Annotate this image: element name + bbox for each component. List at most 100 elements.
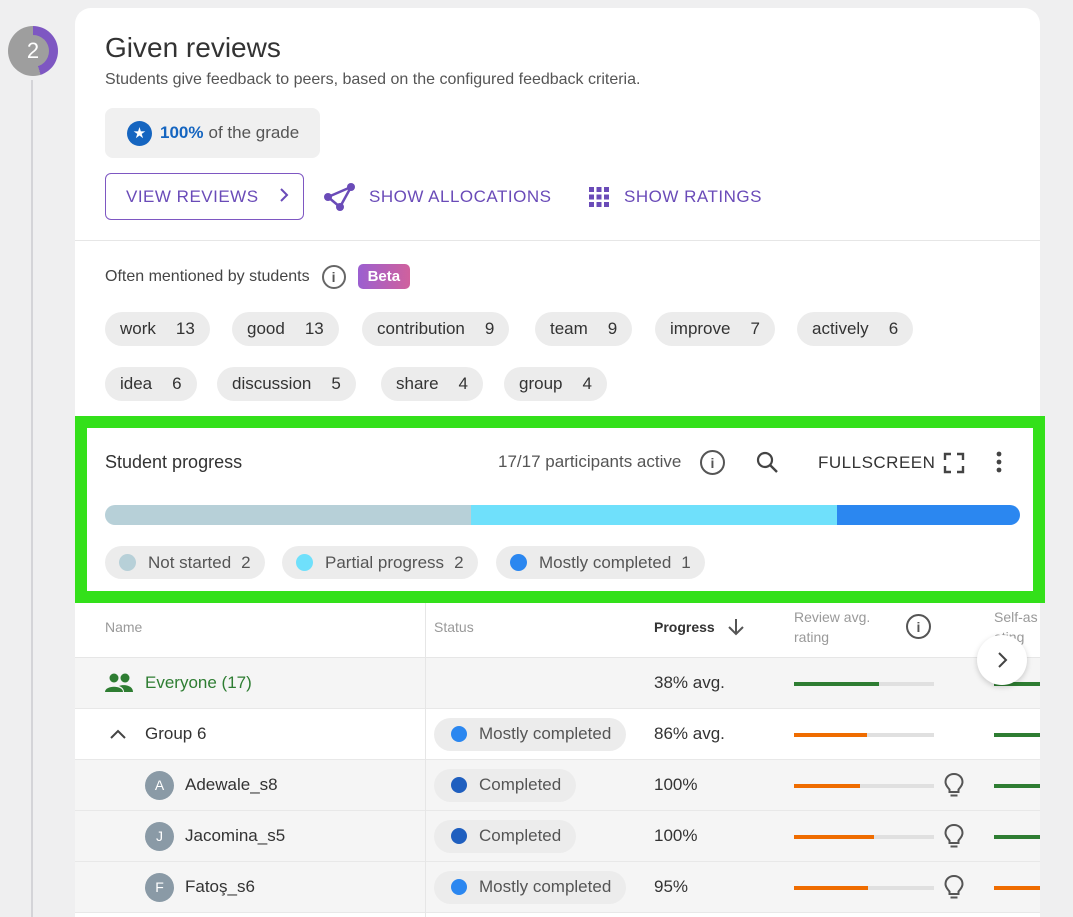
progress-cell: 95% <box>654 877 689 896</box>
keyword-count: 9 <box>607 319 618 338</box>
keyword-count: 13 <box>304 319 324 338</box>
keyword-chip[interactable]: share 4 <box>381 367 483 401</box>
progress-cell: 100% <box>654 775 698 794</box>
status-label: Mostly completed <box>479 877 612 896</box>
lightbulb-icon[interactable] <box>943 772 965 803</box>
column-review-avg[interactable]: Review avg. rating <box>794 607 870 647</box>
status-label: Completed <box>479 775 562 794</box>
info-icon[interactable]: i <box>321 264 346 289</box>
keyword-word: actively <box>812 319 869 338</box>
grade-weight-chip: ★ 100% of the grade <box>105 108 320 158</box>
column-review-avg-line1: Review avg. <box>794 609 871 625</box>
legend-label: Not started <box>148 552 232 572</box>
column-divider <box>425 603 426 917</box>
column-name[interactable]: Name <box>105 617 142 637</box>
keyword-chip[interactable]: discussion 5 <box>217 367 356 401</box>
keyword-word: improve <box>670 319 731 338</box>
mostly-completed-dot <box>510 554 527 571</box>
review-rating-bar <box>794 682 934 686</box>
table-header: Name Status Progress Review avg. rating … <box>75 603 1040 658</box>
view-reviews-label: VIEW REVIEWS <box>126 186 259 206</box>
fullscreen-button[interactable]: FULLSCREEN <box>818 453 935 473</box>
table-row[interactable]: A Adewale_s8 Completed 100% <box>75 760 1040 811</box>
name-cell: Everyone (17) <box>105 658 252 708</box>
status-cell: Completed <box>434 811 577 861</box>
legend-label: Partial progress <box>325 552 445 572</box>
show-allocations-button[interactable]: SHOW ALLOCATIONS <box>323 173 551 220</box>
table-row[interactable]: J Jacomina_s5 Completed 100% <box>75 811 1040 862</box>
view-reviews-button[interactable]: VIEW REVIEWS <box>105 173 304 220</box>
grade-label: of the grade <box>208 123 300 142</box>
legend-not-started[interactable]: Not started 2 <box>105 546 265 579</box>
info-icon[interactable]: i <box>700 450 725 475</box>
column-status[interactable]: Status <box>434 617 474 637</box>
row-name[interactable]: Fatoş_s6 <box>185 877 255 897</box>
review-rating-fill <box>794 835 874 839</box>
legend-partial-progress[interactable]: Partial progress 2 <box>282 546 478 579</box>
keyword-chip[interactable]: idea 6 <box>105 367 197 401</box>
more-vert-icon[interactable] <box>990 450 1008 479</box>
keyword-chip[interactable]: actively 6 <box>797 312 914 346</box>
info-icon[interactable]: i <box>906 614 931 639</box>
arrow-down-icon[interactable] <box>727 617 745 642</box>
search-icon[interactable] <box>755 450 779 479</box>
table-row[interactable]: F Fatoş_s6 Mostly completed 95% <box>75 862 1040 913</box>
progress-distribution-bar <box>105 505 1020 525</box>
fullscreen-icon[interactable] <box>943 452 965 479</box>
chevron-up-icon[interactable] <box>109 728 127 740</box>
keyword-count: 7 <box>750 319 760 338</box>
column-review-avg-line2: rating <box>794 629 830 645</box>
row-name[interactable]: Everyone (17) <box>145 673 252 693</box>
status-cell: Completed <box>434 760 577 810</box>
review-rating-fill <box>794 886 869 890</box>
keyword-count: 4 <box>582 374 592 393</box>
keyword-count: 6 <box>888 319 899 338</box>
show-ratings-button[interactable]: SHOW RATINGS <box>588 173 762 220</box>
keyword-chip[interactable]: contribution 9 <box>362 312 510 346</box>
review-rating-bar <box>794 886 934 890</box>
keyword-word: discussion <box>232 374 312 393</box>
group-icon <box>105 673 133 693</box>
table-row[interactable]: Group 6 Mostly completed 86% avg. <box>75 709 1040 760</box>
chevron-right-icon <box>277 185 291 208</box>
review-rating-fill <box>794 733 867 737</box>
self-rating-bar <box>994 835 1040 839</box>
legend-count: 2 <box>241 552 251 572</box>
status-label: Mostly completed <box>479 724 612 743</box>
divider <box>75 240 1040 241</box>
row-name[interactable]: Jacomina_s5 <box>185 826 285 846</box>
legend-label: Mostly completed <box>539 552 672 572</box>
status-dot <box>451 879 467 895</box>
bar-segment-not-started <box>105 505 471 525</box>
keyword-word: group <box>519 374 563 393</box>
often-mentioned-header: Often mentioned by students i Beta <box>105 264 411 289</box>
grade-percentage: 100% <box>160 123 204 142</box>
progress-cell: 86% avg. <box>654 724 725 743</box>
keyword-chip[interactable]: work 13 <box>105 312 210 346</box>
lightbulb-icon[interactable] <box>943 874 965 905</box>
avatar: A <box>145 770 174 800</box>
keyword-chip[interactable]: good 13 <box>232 312 339 346</box>
avatar: J <box>145 821 174 851</box>
keyword-word: idea <box>120 374 153 393</box>
bar-segment-partial <box>471 505 837 525</box>
grid-icon <box>588 186 610 208</box>
step-indicator: 2 <box>8 26 58 76</box>
table-row[interactable]: Everyone (17) 38% avg. <box>75 658 1040 709</box>
star-icon: ★ <box>127 120 152 146</box>
column-progress[interactable]: Progress <box>654 617 715 637</box>
status-cell: Mostly completed <box>434 709 627 759</box>
keyword-chip[interactable]: team 9 <box>535 312 633 346</box>
keyword-chip[interactable]: improve 7 <box>655 312 775 346</box>
progress-cell: 100% <box>654 826 698 845</box>
scroll-right-button[interactable] <box>977 635 1027 685</box>
show-ratings-label: SHOW RATINGS <box>624 186 762 206</box>
keyword-chip[interactable]: group 4 <box>504 367 607 401</box>
row-name[interactable]: Adewale_s8 <box>185 775 278 795</box>
legend-count: 2 <box>454 552 464 572</box>
name-cell: Group 6 <box>109 709 206 759</box>
lightbulb-icon[interactable] <box>943 823 965 854</box>
legend-mostly-completed[interactable]: Mostly completed 1 <box>496 546 705 579</box>
keyword-count: 5 <box>331 374 341 393</box>
status-chip: Mostly completed <box>434 717 627 751</box>
